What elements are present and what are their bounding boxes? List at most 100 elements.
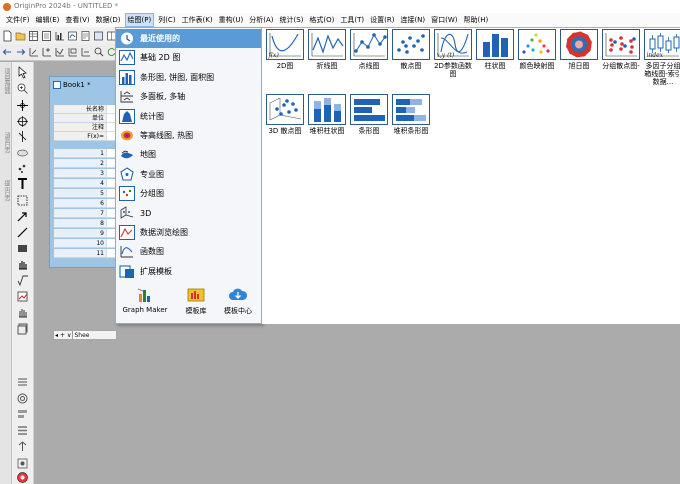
hint-log-tab[interactable]: 提示日志 — [1, 180, 11, 200]
new-graph-icon[interactable] — [54, 30, 65, 42]
forward-arrow-icon[interactable] — [15, 46, 26, 58]
list-icon[interactable] — [16, 376, 29, 389]
draw-data-icon[interactable] — [16, 161, 29, 174]
workbook-window[interactable]: Book1 * 长名称 单位 注释 F(x)= 1 2 3 4 5 6 7 8 9 10 11 ◂ + ∨ … — [49, 76, 119, 340]
gallery-item-line[interactable]: 折线图 — [307, 29, 347, 70]
row-header[interactable]: 11 — [54, 249, 106, 258]
row-header[interactable]: 5 — [54, 189, 106, 198]
meta-row-header[interactable]: 单位 — [54, 114, 106, 123]
row-header[interactable]: 10 — [54, 239, 106, 248]
menu-15[interactable]: 窗口(W) — [429, 14, 459, 26]
menu-3[interactable]: 查看(V) — [63, 14, 91, 26]
plot-category-2[interactable]: 基础 2D 图 — [116, 48, 261, 67]
menu-5[interactable]: 绘图(P) — [124, 13, 155, 27]
new-matrix-icon[interactable] — [41, 30, 52, 42]
add-layer-icon[interactable] — [41, 46, 52, 58]
new-layout-icon[interactable] — [93, 30, 104, 42]
row-header[interactable]: 7 — [54, 209, 106, 218]
pan-hand-icon[interactable] — [16, 258, 29, 271]
new-workbook-icon[interactable] — [28, 30, 39, 42]
menu-16[interactable]: 帮助(H) — [462, 14, 491, 26]
gallery-item-param[interactable]: x,y (t) 2D参数函数图 — [433, 29, 473, 78]
region-icon[interactable] — [16, 194, 29, 207]
row-header[interactable]: 8 — [54, 219, 106, 228]
row-header[interactable]: 4 — [54, 179, 106, 188]
workbook-title[interactable]: Book1 * — [50, 77, 119, 93]
layer-tool-icon[interactable] — [16, 322, 29, 335]
plot-category-10[interactable]: 3D — [116, 204, 261, 223]
distribute-icon[interactable] — [16, 424, 29, 437]
branch-icon[interactable] — [16, 440, 29, 453]
align-icon[interactable] — [16, 408, 29, 421]
merge-icon[interactable] — [80, 46, 91, 58]
add-sheet-button[interactable]: + — [59, 331, 66, 339]
menu-2[interactable]: 编辑(E) — [34, 14, 62, 26]
project-explorer-tab[interactable]: 项目管理器 — [1, 68, 11, 93]
new-notes-icon[interactable] — [80, 30, 91, 42]
insert-graph-icon[interactable] — [16, 290, 29, 303]
target-icon[interactable] — [16, 392, 29, 405]
gallery-item-stackbar[interactable]: 堆积条形图 — [391, 94, 431, 135]
gallery-item-groupscatter[interactable]: 分组散点图- — [601, 29, 641, 70]
row-header[interactable]: 3 — [54, 169, 106, 178]
zoom-in-icon[interactable] — [16, 82, 29, 95]
menu-12[interactable]: 工具(T) — [338, 14, 366, 26]
meta-row-header[interactable]: 注释 — [54, 123, 106, 132]
plot-category-11[interactable]: 数据浏览绘图 — [116, 223, 261, 242]
row-header[interactable]: 1 — [54, 149, 106, 158]
menu-1[interactable]: 文件(F) — [4, 14, 32, 26]
row-header[interactable]: 2 — [54, 159, 106, 168]
menu-10[interactable]: 统计(S) — [277, 14, 305, 26]
plot-category-9[interactable]: 分组图 — [116, 184, 261, 203]
menu-6[interactable]: 列(C) — [156, 14, 177, 26]
pointer-icon[interactable] — [16, 66, 29, 79]
gallery-item-bar[interactable]: 条形图 — [349, 94, 389, 135]
hand-tool-icon[interactable] — [16, 306, 29, 319]
equation-icon[interactable] — [16, 274, 29, 287]
messages-log-tab[interactable]: 消息日志 — [1, 132, 11, 152]
open-icon[interactable] — [15, 30, 26, 42]
template-center-button[interactable]: 模板中心 — [218, 286, 258, 316]
rescale-icon[interactable] — [28, 46, 39, 58]
gallery-item-func[interactable]: f(x) 2D图 — [265, 29, 305, 70]
screen-reader-icon[interactable] — [16, 115, 29, 128]
color-picker-icon[interactable] — [16, 471, 29, 484]
gallery-item-box[interactable]: index 多因子分组箱线图-索引数据... — [643, 29, 680, 86]
layer-icon[interactable] — [67, 46, 78, 58]
gallery-item-column[interactable]: 柱状图 — [475, 29, 515, 70]
gallery-item-scatter3d[interactable]: 3D 散点图 — [265, 94, 305, 135]
menu-11[interactable]: 格式(O) — [307, 14, 336, 26]
menu-13[interactable]: 设置(R) — [368, 14, 396, 26]
template-library-button[interactable]: 模板库 — [178, 286, 214, 316]
plot-category-6[interactable]: 等高线图, 热图 — [116, 126, 261, 145]
plot-category-1[interactable]: 最近使用的 — [116, 29, 261, 48]
back-arrow-icon[interactable] — [2, 46, 13, 58]
plot-category-8[interactable]: 专业图 — [116, 165, 261, 184]
gallery-item-linesym[interactable]: 点线图 — [349, 29, 389, 70]
menu-9[interactable]: 分析(A) — [247, 14, 275, 26]
gallery-item-stackcol[interactable]: 堆积柱状图 — [307, 94, 347, 135]
mask-icon[interactable] — [16, 146, 29, 159]
rectangle-tool-icon[interactable] — [16, 242, 29, 255]
plot-category-13[interactable]: 扩展模板 — [116, 262, 261, 281]
worksheet-grid[interactable]: 长名称 单位 注释 F(x)= 1 2 3 4 5 6 7 8 9 10 11 — [54, 105, 117, 329]
menu-14[interactable]: 连接(N) — [398, 14, 427, 26]
plot-category-4[interactable]: 多面板, 多轴 — [116, 87, 261, 106]
arrange-icon[interactable] — [54, 46, 65, 58]
data-selector-icon[interactable] — [16, 130, 29, 143]
row-header[interactable]: 9 — [54, 229, 106, 238]
group-icon[interactable] — [16, 457, 29, 470]
line-tool-icon[interactable] — [16, 226, 29, 239]
meta-row-header[interactable]: 长名称 — [54, 105, 106, 114]
plot-category-3[interactable]: 条形图, 饼图, 面积图 — [116, 68, 261, 87]
new-function-icon[interactable] — [67, 30, 78, 42]
gallery-item-scatter[interactable]: 散点图 — [391, 29, 431, 70]
menu-4[interactable]: 数据(D) — [94, 14, 123, 26]
sheet-tab[interactable]: Shee — [72, 331, 91, 339]
gallery-item-sunburst[interactable]: 旭日图 — [559, 29, 599, 70]
plot-category-12[interactable]: 函数图 — [116, 242, 261, 261]
row-header[interactable]: 6 — [54, 199, 106, 208]
plot-category-7[interactable]: 地图 — [116, 145, 261, 164]
plot-category-5[interactable]: 统计图 — [116, 107, 261, 126]
menu-7[interactable]: 工作表(K) — [180, 14, 215, 26]
